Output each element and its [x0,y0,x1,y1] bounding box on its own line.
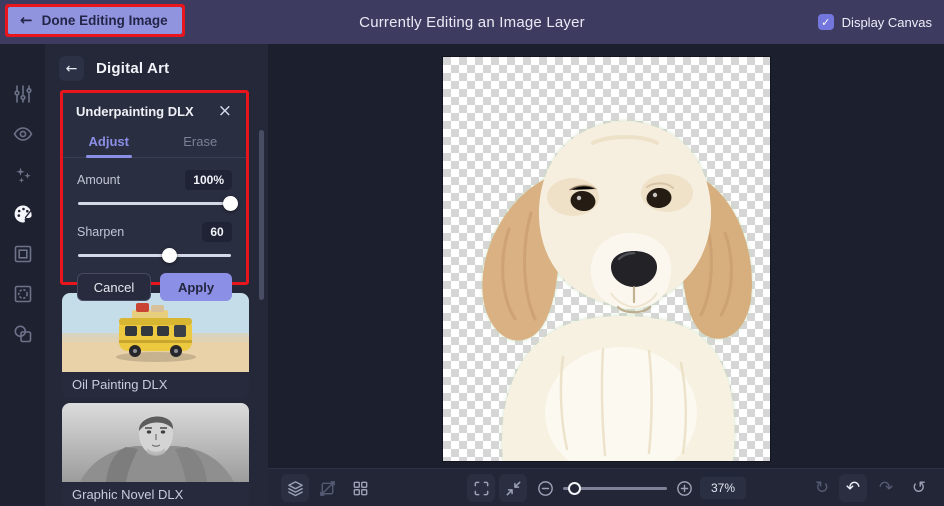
slider-track [78,254,231,257]
touchup-eye-icon[interactable] [11,122,35,146]
underpainting-tool-card: Underpainting DLX × Adjust Erase Amount … [63,93,246,301]
fullscreen-icon[interactable] [467,474,495,502]
effect-label: Graphic Novel DLX [72,487,184,502]
canvas-area [268,44,944,468]
effects-sparkles-icon[interactable] [11,162,35,186]
tab-erase[interactable]: Erase [155,127,247,157]
sharpen-row: Sharpen 60 [77,221,232,243]
tool-tabs: Adjust Erase [63,127,246,158]
amount-value: 100% [185,170,232,190]
amount-slider[interactable] [78,195,238,211]
zoom-slider[interactable] [563,480,667,496]
zoom-in-icon[interactable] [670,474,698,502]
zoom-level-badge: 37% [700,477,746,499]
amount-slider-handle[interactable] [223,196,238,211]
app-window: ← Done Editing Image Currently Editing a… [0,0,944,506]
apply-button[interactable]: Apply [160,273,232,301]
tab-adjust[interactable]: Adjust [63,127,155,157]
effect-card-graphic-novel[interactable]: Graphic Novel DLX [62,403,249,506]
panel-scrollbar[interactable] [259,130,264,300]
sharpen-label: Sharpen [77,225,125,239]
zoom-out-icon[interactable] [531,474,559,502]
tool-card-header: Underpainting DLX × [63,93,246,127]
panel-back-button[interactable]: ← [59,56,84,81]
frames-icon[interactable] [11,242,35,266]
tutorial-annotation-box: Underpainting DLX × Adjust Erase Amount … [60,90,249,301]
done-editing-label: Done Editing Image [41,13,168,28]
display-canvas-toggle[interactable]: ✓ Display Canvas [817,0,932,44]
digital-art-panel: ← Digital Art Underpainting DLX × Adjust… [45,44,268,506]
artsy-palette-icon[interactable] [11,202,35,226]
back-arrow-icon: ← [20,11,33,29]
redo-icon: ↷ [872,474,900,502]
back-arrow-icon: ← [65,60,78,77]
undo-icon[interactable]: ↶ [839,474,867,502]
overlays-icon[interactable] [11,322,35,346]
tool-body: Amount 100% Sharpen 60 Cancel Apply [63,158,246,313]
canvas-toolbar: 37% ↻ ↶ ↷ ↺ [268,468,944,506]
fit-to-screen-icon[interactable] [499,474,527,502]
tool-category-strip [0,44,45,506]
zoom-slider-handle[interactable] [568,482,582,495]
image-layer-canvas[interactable] [443,57,770,461]
sharpen-slider[interactable] [78,247,231,263]
refresh-icon: ↻ [808,474,836,502]
sharpen-value: 60 [202,222,232,242]
grid-view-icon[interactable] [346,474,374,502]
slider-track [78,202,231,205]
amount-label: Amount [77,173,121,187]
puppy-image [482,121,752,461]
tool-actions: Cancel Apply [77,273,232,301]
panel-header: ← Digital Art [59,56,169,81]
effect-label: Oil Painting DLX [72,377,168,392]
graphic-novel-thumbnail [62,403,249,482]
cancel-button[interactable]: Cancel [77,273,151,301]
checkbox-checked-icon[interactable]: ✓ [817,14,834,30]
check-icon: ✓ [821,15,831,29]
tutorial-annotation-box: ← Done Editing Image [5,4,185,37]
layers-icon[interactable] [281,474,309,502]
tool-card-title: Underpainting DLX [76,104,194,119]
compare-disabled-icon [313,474,341,502]
close-icon[interactable]: × [216,103,234,120]
history-icon[interactable]: ↺ [905,474,933,502]
amount-row: Amount 100% [77,169,232,191]
done-editing-button[interactable]: ← Done Editing Image [8,7,182,34]
display-canvas-label: Display Canvas [841,14,932,30]
panel-title: Digital Art [96,60,170,77]
topbar: ← Done Editing Image Currently Editing a… [0,0,944,44]
textures-icon[interactable] [11,282,35,306]
adjust-sliders-icon[interactable] [11,82,35,106]
sharpen-slider-handle[interactable] [161,248,177,263]
